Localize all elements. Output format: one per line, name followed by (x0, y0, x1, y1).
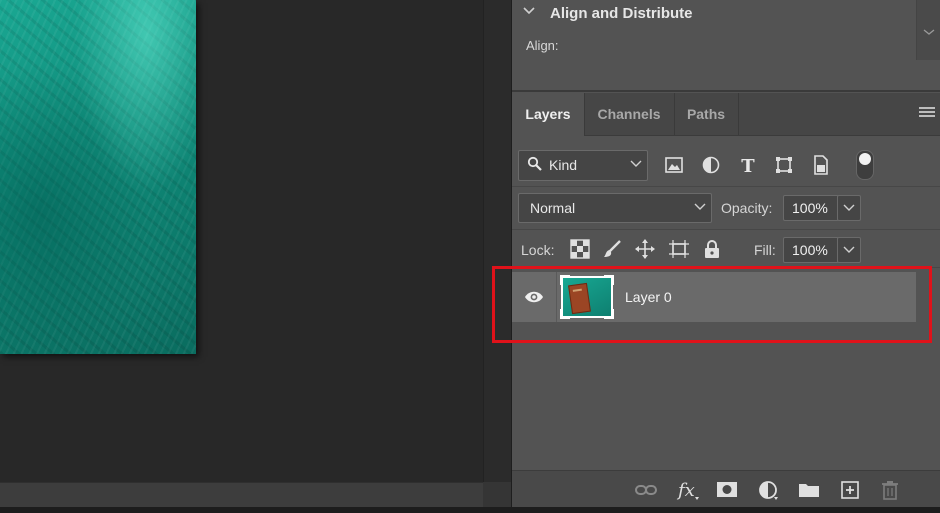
horizontal-scrollbar[interactable] (0, 482, 483, 508)
selection-corner (560, 309, 570, 319)
adjustment-filter-icon[interactable] (699, 153, 723, 177)
filter-kind-dropdown[interactable]: Kind (518, 150, 648, 181)
document-canvas-area[interactable] (0, 0, 483, 482)
image-filter-icon[interactable] (662, 153, 686, 177)
search-icon (527, 156, 542, 171)
group-folder-icon[interactable] (797, 479, 821, 501)
lock-image-pixels-icon[interactable] (601, 238, 623, 260)
lock-position-icon[interactable] (634, 238, 656, 260)
filter-kind-label: Kind (549, 157, 578, 173)
lock-all-icon[interactable] (701, 238, 723, 260)
toggle-knob (859, 153, 871, 165)
selection-corner (604, 275, 614, 285)
shape-filter-icon[interactable] (772, 153, 796, 177)
tab-layers[interactable]: Layers (512, 93, 585, 136)
layer-row[interactable]: Layer 0 (512, 272, 916, 322)
new-layer-icon[interactable] (838, 479, 862, 501)
layers-panel-tabs: Layers Channels Paths (512, 93, 940, 136)
lock-transparent-pixels-icon[interactable] (569, 238, 591, 260)
chevron-down-icon (630, 160, 642, 167)
scrollbar-corner (483, 482, 511, 507)
filter-toggle-switch[interactable] (856, 150, 874, 180)
layers-panel-footer: fx (512, 470, 940, 508)
canvas-artwork-image[interactable] (0, 0, 196, 354)
align-panel-title[interactable]: Align and Distribute (550, 5, 693, 22)
layer-filter-row: Kind T (518, 150, 938, 181)
align-distribute-panel: Align and Distribute Align: (512, 0, 940, 92)
lock-artboard-icon[interactable] (668, 238, 690, 260)
divider (512, 267, 940, 268)
selection-corner (560, 275, 570, 285)
fill-input[interactable]: 100% (783, 237, 839, 263)
fill-value: 100% (792, 242, 828, 258)
fill-label: Fill: (754, 242, 776, 258)
align-panel-scrollbar[interactable] (916, 0, 940, 60)
book-image (568, 282, 591, 315)
delete-layer-icon[interactable] (878, 479, 902, 501)
adjustment-layer-icon[interactable] (756, 479, 780, 501)
layer-thumbnail[interactable] (560, 275, 614, 319)
layer-visibility-toggle[interactable] (512, 272, 557, 322)
mask-icon[interactable] (715, 479, 739, 501)
chevron-down-icon (843, 204, 855, 211)
blend-mode-dropdown[interactable]: Normal (518, 193, 712, 223)
tab-paths[interactable]: Paths (674, 93, 739, 135)
fx-icon[interactable]: fx (676, 479, 700, 501)
opacity-dropdown-button[interactable] (837, 195, 861, 221)
layer-name[interactable]: Layer 0 (625, 289, 672, 305)
right-panel-column: Align and Distribute Align: Layers Chann… (511, 0, 940, 508)
fill-dropdown-button[interactable] (837, 237, 861, 263)
window-bottom-bar (0, 507, 940, 513)
blend-mode-value: Normal (530, 200, 576, 216)
divider (512, 186, 940, 187)
chevron-down-icon (843, 246, 855, 253)
eye-icon (525, 291, 543, 303)
svg-text:fx: fx (676, 480, 695, 501)
scroll-down-arrow-icon[interactable] (923, 28, 935, 36)
lock-label: Lock: (521, 242, 555, 258)
link-layers-icon[interactable] (634, 479, 658, 501)
panel-menu-icon[interactable] (919, 105, 935, 121)
divider (512, 229, 940, 230)
vertical-scrollbar[interactable] (483, 0, 512, 482)
opacity-value: 100% (792, 200, 828, 216)
selection-corner (604, 309, 614, 319)
smart-object-filter-icon[interactable] (809, 153, 833, 177)
chevron-down-icon[interactable] (522, 4, 536, 18)
tab-channels[interactable]: Channels (584, 93, 675, 135)
chevron-down-icon (694, 203, 706, 210)
opacity-label: Opacity: (721, 200, 773, 216)
opacity-input[interactable]: 100% (783, 195, 839, 221)
type-filter-icon[interactable]: T (736, 153, 760, 177)
svg-text:T: T (741, 156, 755, 177)
align-label: Align: (526, 38, 559, 53)
